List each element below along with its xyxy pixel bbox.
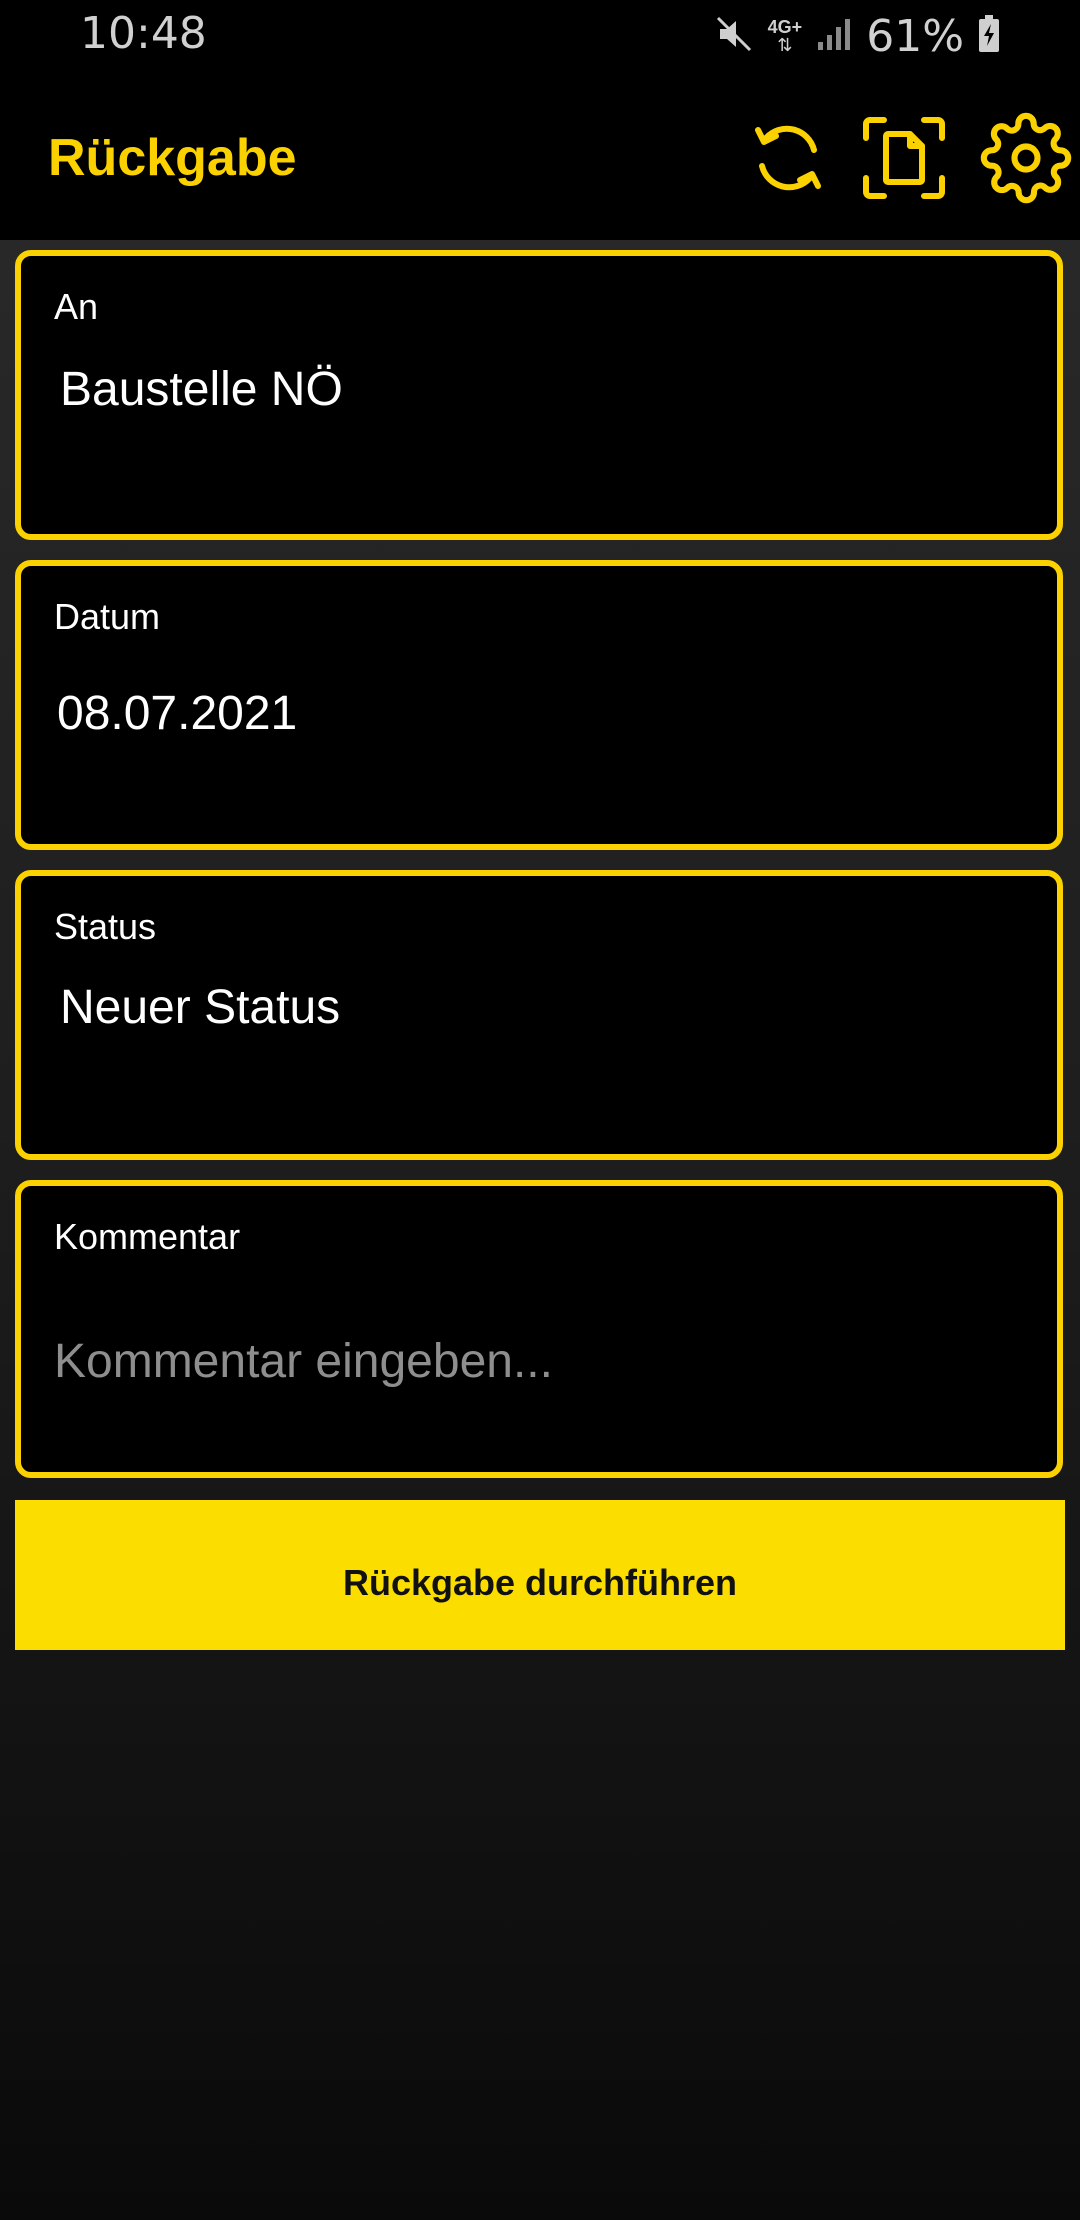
status-label: Status bbox=[54, 906, 157, 947]
app-bar: Rückgabe bbox=[0, 72, 1080, 240]
battery-charging-icon bbox=[978, 14, 1000, 58]
date-field[interactable]: Datum 08.07.2021 bbox=[15, 560, 1063, 850]
battery-percent: 61% bbox=[866, 10, 964, 62]
scan-document-icon bbox=[862, 116, 946, 205]
date-value[interactable]: 08.07.2021 bbox=[57, 686, 297, 741]
sync-icon bbox=[744, 114, 832, 207]
sync-button[interactable] bbox=[740, 112, 836, 208]
recipient-value[interactable]: Baustelle NÖ bbox=[60, 362, 343, 417]
page-title: Rückgabe bbox=[48, 129, 297, 187]
status-value[interactable]: Neuer Status bbox=[60, 980, 340, 1035]
settings-gear-icon bbox=[980, 112, 1072, 209]
scan-document-button[interactable] bbox=[856, 112, 952, 208]
status-time: 10:48 bbox=[80, 8, 207, 59]
date-label: Datum bbox=[54, 596, 161, 637]
recipient-field[interactable]: An Baustelle NÖ bbox=[15, 250, 1063, 540]
status-indicators: 4G+ ⇅ 61% bbox=[714, 10, 1000, 62]
network-type-label: 4G+ bbox=[767, 17, 803, 37]
recipient-label: An bbox=[54, 286, 99, 327]
status-bar: 10:48 4G+ ⇅ 61% bbox=[0, 0, 1080, 72]
mute-icon bbox=[714, 14, 754, 59]
comment-field[interactable]: Kommentar bbox=[15, 1180, 1063, 1478]
comment-label: Kommentar bbox=[54, 1216, 241, 1257]
settings-button[interactable] bbox=[978, 112, 1074, 208]
comment-input[interactable] bbox=[54, 1326, 1024, 1396]
submit-return-button[interactable]: Rückgabe durchführen bbox=[15, 1500, 1065, 1650]
network-type-icon: 4G+ ⇅ bbox=[767, 17, 803, 55]
signal-icon bbox=[816, 16, 852, 57]
status-field[interactable]: Status Neuer Status bbox=[15, 870, 1063, 1160]
